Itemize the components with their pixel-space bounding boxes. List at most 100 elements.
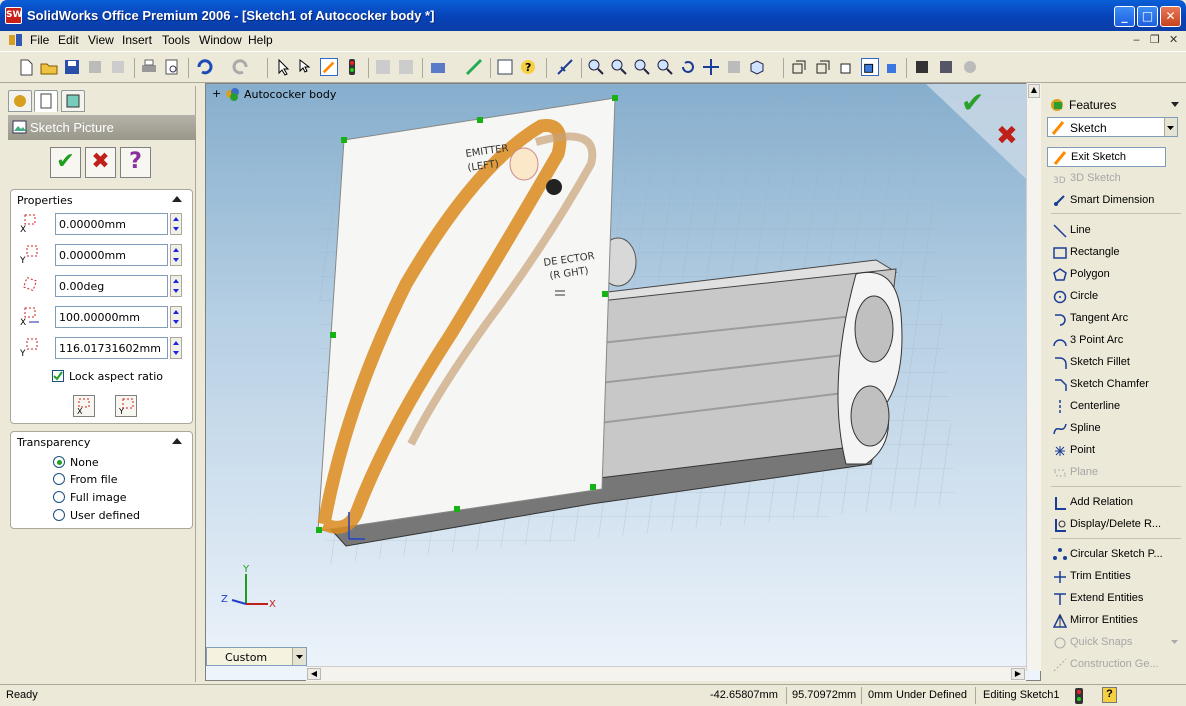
measure-icon[interactable] <box>556 58 574 76</box>
customize-icon[interactable] <box>465 58 483 76</box>
transparency-full-image-radio[interactable] <box>53 491 65 503</box>
transparency-none-radio[interactable] <box>53 456 65 468</box>
handle-bottom-mid[interactable] <box>454 506 460 512</box>
smart-dimension-button[interactable]: Smart Dimension <box>1047 191 1184 211</box>
standard-views-icon[interactable] <box>748 58 766 76</box>
add-relation-button[interactable]: Add Relation <box>1047 493 1184 513</box>
save-icon[interactable] <box>63 58 81 76</box>
circle-tool-button[interactable]: Circle <box>1047 287 1184 307</box>
menu-edit[interactable]: Edit <box>58 33 79 47</box>
doc-close-button[interactable]: ✕ <box>1169 33 1178 46</box>
zoom-in-out-icon[interactable] <box>633 58 651 76</box>
hidden-lines-visible-icon[interactable] <box>814 58 832 76</box>
construction-geometry-button[interactable]: Construction Ge... <box>1047 655 1184 675</box>
spline-tool-button[interactable]: Spline <box>1047 419 1184 439</box>
maximize-button[interactable]: □ <box>1137 6 1158 27</box>
handle-top-left[interactable] <box>341 137 347 143</box>
plane-tool-button[interactable]: Plane <box>1047 463 1184 483</box>
menu-window[interactable]: Window <box>199 33 242 47</box>
sketch-chamfer-tool-button[interactable]: Sketch Chamfer <box>1047 375 1184 395</box>
rebuild-icon[interactable] <box>109 58 127 76</box>
y-position-spinner[interactable] <box>170 244 182 266</box>
rectangle-tool-button[interactable]: Rectangle <box>1047 243 1184 263</box>
ok-button[interactable]: ✔ <box>50 147 81 178</box>
undo-icon[interactable] <box>195 58 213 76</box>
collapse-caret-icon[interactable] <box>172 196 182 202</box>
help-status-icon[interactable]: ? <box>1102 687 1117 703</box>
horizontal-scrollbar[interactable]: ◀ ▶ <box>306 666 1026 681</box>
shadows-icon[interactable] <box>913 58 931 76</box>
print-icon[interactable] <box>140 58 158 76</box>
exit-sketch-button[interactable]: Exit Sketch <box>1047 147 1166 167</box>
shaded-icon[interactable] <box>884 58 902 76</box>
menu-file[interactable]: File <box>30 33 49 47</box>
trim-entities-button[interactable]: Trim Entities <box>1047 567 1184 587</box>
close-button[interactable]: ✕ <box>1160 6 1181 27</box>
flip-vertical-button[interactable]: Y <box>115 395 137 417</box>
solidworks-menu-logo-icon[interactable] <box>8 33 24 48</box>
sketch-fillet-tool-button[interactable]: Sketch Fillet <box>1047 353 1184 373</box>
quick-snaps-button[interactable]: Quick Snaps <box>1047 633 1184 653</box>
transparency-user-defined-radio[interactable] <box>53 509 65 521</box>
three-point-arc-tool-button[interactable]: 3 Point Arc <box>1047 331 1184 351</box>
tangent-arc-tool-button[interactable]: Tangent Arc <box>1047 309 1184 329</box>
3d-sketch-button[interactable]: 3D 3D Sketch <box>1047 169 1184 189</box>
x-position-input[interactable] <box>55 213 168 235</box>
menu-tools[interactable]: Tools <box>162 33 190 47</box>
open-folder-icon[interactable] <box>40 58 58 76</box>
mirror-entities-button[interactable]: Mirror Entities <box>1047 611 1184 631</box>
hidden-lines-removed-icon[interactable] <box>838 58 856 76</box>
x-position-spinner[interactable] <box>170 213 182 235</box>
minimize-button[interactable]: _ <box>1114 6 1135 27</box>
menu-help[interactable]: Help <box>248 33 273 47</box>
width-spinner[interactable] <box>170 306 182 328</box>
zoom-to-fit-icon[interactable] <box>587 58 605 76</box>
handle-right-mid[interactable] <box>602 291 608 297</box>
tab-property-manager[interactable] <box>34 90 58 112</box>
print-preview-icon[interactable] <box>163 58 181 76</box>
save-all-icon[interactable] <box>86 58 104 76</box>
model-scene[interactable]: ✔ ✖ EMITTER (LEFT) DE ECTOR (R GHT) Y X … <box>206 84 1041 681</box>
display-delete-relations-button[interactable]: Display/Delete R... <box>1047 515 1184 535</box>
zoom-to-selection-icon[interactable] <box>656 58 674 76</box>
graphics-viewport[interactable]: ✔ ✖ EMITTER (LEFT) DE ECTOR (R GHT) Y X … <box>205 83 1041 681</box>
tree-expand-icon[interactable]: + <box>212 87 221 100</box>
pan-icon[interactable] <box>702 58 720 76</box>
shaded-with-edges-icon[interactable] <box>861 58 879 76</box>
solidworks-app-icon[interactable]: SW <box>5 7 22 24</box>
handle-top-right[interactable] <box>612 95 618 101</box>
lock-aspect-checkbox[interactable] <box>52 370 64 382</box>
help-icon[interactable]: ? <box>519 58 537 76</box>
confirm-cancel-sketch-icon[interactable]: ✖ <box>996 121 1018 151</box>
height-input[interactable] <box>55 337 168 359</box>
properties-icon[interactable] <box>496 58 514 76</box>
tab-feature-manager[interactable] <box>8 90 32 112</box>
angle-input[interactable] <box>55 275 168 297</box>
rotate-view-icon[interactable] <box>679 58 697 76</box>
menu-view[interactable]: View <box>88 33 114 47</box>
polygon-tool-button[interactable]: Polygon <box>1047 265 1184 285</box>
transparency-from-file-radio[interactable] <box>53 473 65 485</box>
section-view-icon[interactable] <box>937 58 955 76</box>
scroll-up-arrow-icon[interactable]: ▲ <box>1028 84 1040 98</box>
rebuild-status-icon[interactable] <box>1073 688 1085 704</box>
doc-restore-button[interactable]: ❐ <box>1150 33 1160 46</box>
new-document-icon[interactable] <box>17 58 35 76</box>
dropdown-arrow-icon[interactable] <box>292 648 306 665</box>
zoom-to-area-icon[interactable] <box>610 58 628 76</box>
flip-horizontal-button[interactable]: X <box>73 395 95 417</box>
centerline-tool-button[interactable]: Centerline <box>1047 397 1184 417</box>
rebuild-traffic-light-icon[interactable] <box>343 58 361 76</box>
width-input[interactable] <box>55 306 168 328</box>
realview-icon[interactable] <box>961 58 979 76</box>
sketch-toggle-icon[interactable] <box>320 58 338 76</box>
angle-spinner[interactable] <box>170 275 182 297</box>
scroll-right-arrow-icon[interactable]: ▶ <box>1011 668 1025 680</box>
doc-minimize-button[interactable]: ‒ <box>1133 33 1140 46</box>
circular-sketch-pattern-button[interactable]: Circular Sketch P... <box>1047 545 1184 565</box>
options-icon[interactable] <box>429 58 447 76</box>
handle-left-mid[interactable] <box>330 332 336 338</box>
y-position-input[interactable] <box>55 244 168 266</box>
collapse-caret-icon[interactable] <box>172 438 182 444</box>
handle-bottom-left[interactable] <box>316 527 322 533</box>
